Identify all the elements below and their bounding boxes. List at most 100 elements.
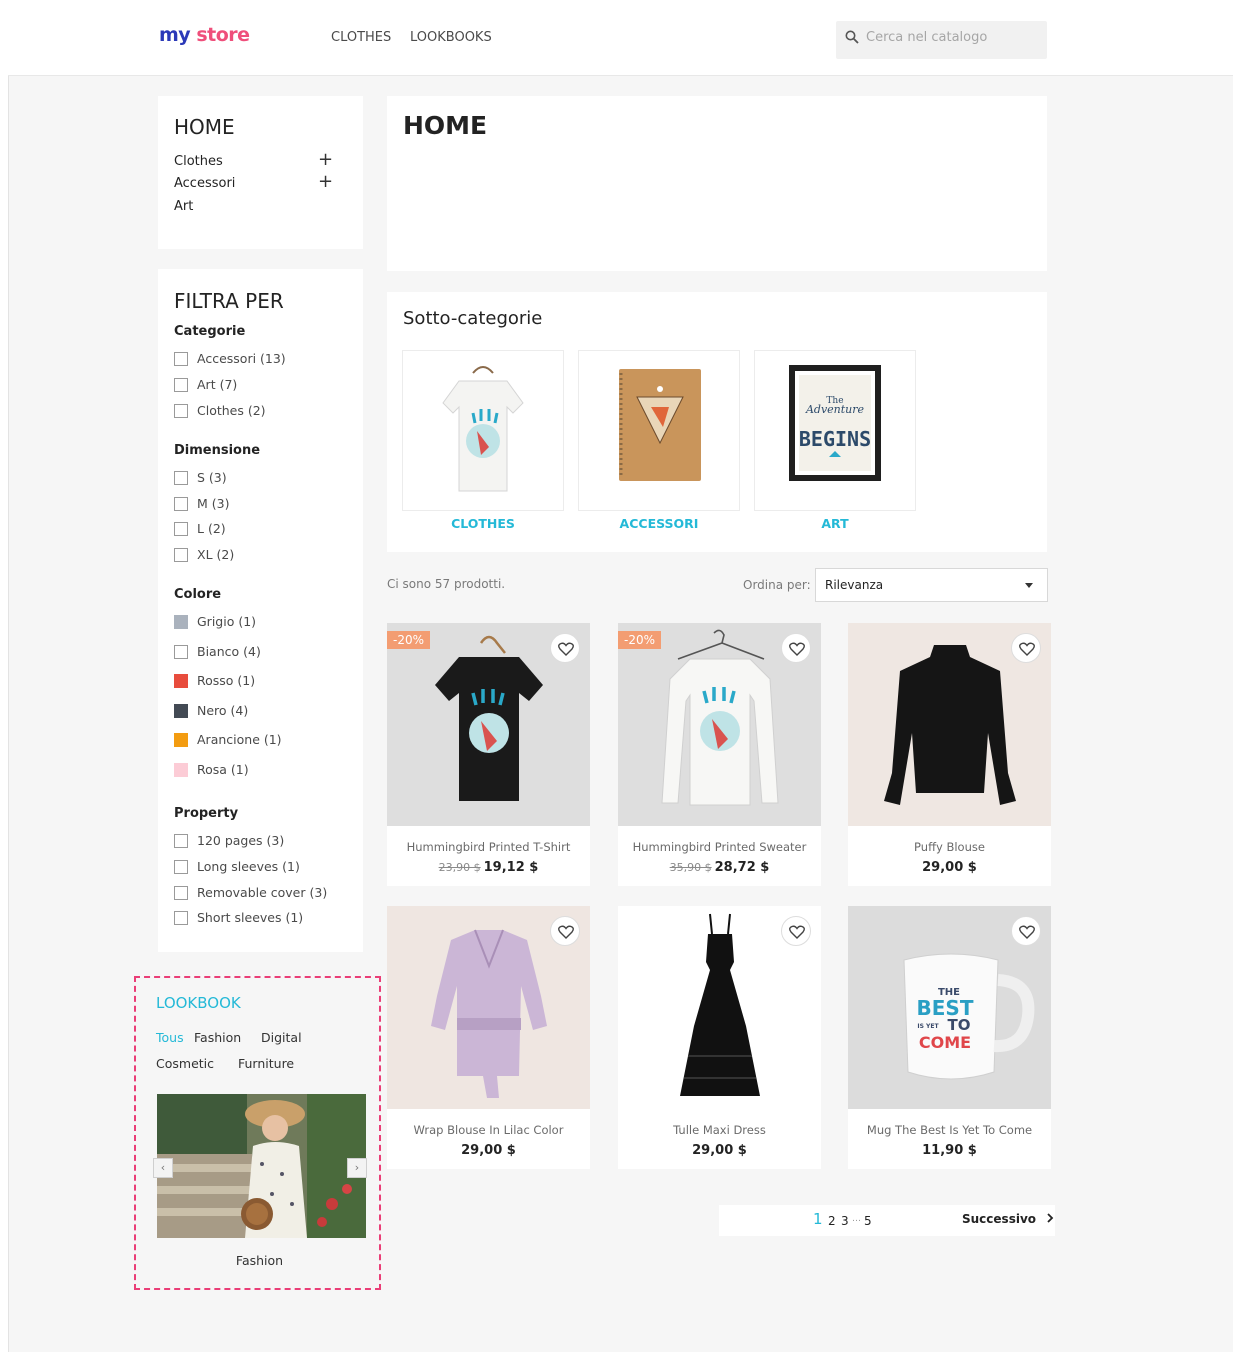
product-card[interactable]: -20% Hummingbird Printed T-Shirt 23,90 $… — [387, 623, 590, 886]
wishlist-button[interactable] — [550, 916, 580, 946]
checkbox[interactable] — [174, 910, 188, 925]
product-name[interactable]: Wrap Blouse In Lilac Color — [387, 1123, 590, 1137]
subcategory-link-clothes[interactable]: CLOTHES — [402, 516, 564, 531]
wishlist-button[interactable] — [1011, 916, 1041, 946]
checkbox[interactable] — [174, 547, 188, 562]
filter-option[interactable]: M (3) — [174, 496, 229, 511]
expand-clothes-icon[interactable]: + — [318, 151, 333, 169]
product-card[interactable]: Puffy Blouse 29,00 $ — [848, 623, 1051, 886]
filter-option[interactable]: 120 pages (3) — [174, 833, 284, 848]
filter-option[interactable]: Removable cover (3) — [174, 885, 327, 900]
category-link-art[interactable]: Art — [174, 199, 193, 214]
color-option[interactable]: Bianco (4) — [174, 644, 261, 659]
mug-text-to: TO — [948, 1016, 971, 1034]
filter-option[interactable]: Long sleeves (1) — [174, 859, 300, 874]
wishlist-button[interactable] — [1011, 633, 1041, 663]
color-swatch[interactable] — [174, 644, 188, 659]
filter-section-categorie: Categorie — [174, 324, 246, 339]
lookbook-next-button[interactable]: › — [347, 1158, 367, 1178]
color-option[interactable]: Rosso (1) — [174, 673, 255, 688]
product-name[interactable]: Mug The Best Is Yet To Come — [848, 1123, 1051, 1137]
filter-option-label: Bianco (4) — [197, 644, 261, 659]
lookbook-tab-fashion[interactable]: Fashion — [194, 1030, 241, 1045]
checkbox[interactable] — [174, 351, 188, 366]
checkbox[interactable] — [174, 403, 188, 418]
search-box — [836, 21, 1047, 59]
search-icon[interactable] — [845, 30, 859, 44]
subcategory-image-accessori[interactable] — [578, 350, 740, 511]
color-swatch[interactable] — [174, 732, 188, 747]
page-ellipsis: … — [852, 1214, 861, 1224]
expand-accessori-icon[interactable]: + — [318, 173, 333, 191]
filter-option[interactable]: Art (7) — [174, 377, 237, 392]
page-link-2[interactable]: 2 — [828, 1214, 836, 1228]
product-old-price: 35,90 $ — [669, 861, 712, 874]
color-option[interactable]: Rosa (1) — [174, 762, 249, 777]
category-link-clothes[interactable]: Clothes — [174, 154, 223, 169]
checkbox[interactable] — [174, 377, 188, 392]
nav-clothes[interactable]: CLOTHES — [331, 30, 391, 45]
lookbook-caption: Fashion — [235, 1253, 284, 1268]
subcategory-image-art[interactable]: The Adventure BEGINS — [754, 350, 916, 511]
product-name[interactable]: Hummingbird Printed Sweater — [618, 840, 821, 854]
filter-option[interactable]: XL (2) — [174, 547, 234, 562]
lookbook-image[interactable] — [157, 1094, 366, 1238]
filter-section-colore: Colore — [174, 587, 222, 602]
color-swatch[interactable] — [174, 762, 188, 777]
product-price: 29,00 $ — [922, 860, 977, 875]
checkbox[interactable] — [174, 496, 188, 511]
wishlist-button[interactable] — [781, 633, 811, 663]
color-option[interactable]: Nero (4) — [174, 703, 248, 718]
filter-section-dimensione: Dimensione — [174, 443, 261, 458]
lookbook-tab-furniture[interactable]: Furniture — [238, 1056, 294, 1071]
page-link-3[interactable]: 3 — [841, 1214, 849, 1228]
page-title: HOME — [403, 111, 488, 140]
subcategory-link-accessori[interactable]: ACCESSORI — [578, 516, 740, 531]
checkbox[interactable] — [174, 833, 188, 848]
product-name[interactable]: Tulle Maxi Dress — [618, 1123, 821, 1137]
filter-option[interactable]: L (2) — [174, 521, 226, 536]
heart-icon — [789, 925, 805, 939]
product-card[interactable]: Wrap Blouse In Lilac Color 29,00 $ — [387, 906, 590, 1169]
logo-part-my: my — [159, 24, 191, 46]
color-swatch[interactable] — [174, 703, 188, 718]
product-card[interactable]: -20% Hummingbird Printed Sweater 35,90 $… — [618, 623, 821, 886]
store-logo[interactable]: my store — [159, 24, 250, 46]
filter-option[interactable]: Clothes (2) — [174, 403, 266, 418]
lookbook-tab-digital[interactable]: Digital — [261, 1030, 302, 1045]
category-header: HOME — [387, 96, 1047, 271]
checkbox[interactable] — [174, 521, 188, 536]
filter-section-property: Property — [174, 806, 239, 821]
product-card[interactable]: Tulle Maxi Dress 29,00 $ — [618, 906, 821, 1169]
filter-option-label: Accessori (13) — [197, 351, 286, 366]
subcategory-image-clothes[interactable] — [402, 350, 564, 511]
product-name[interactable]: Hummingbird Printed T-Shirt — [387, 840, 590, 854]
lookbook-tab-cosmetic[interactable]: Cosmetic — [156, 1056, 214, 1071]
filter-option-label: Short sleeves (1) — [197, 910, 304, 925]
checkbox[interactable] — [174, 859, 188, 874]
search-input[interactable] — [866, 30, 1036, 45]
color-swatch[interactable] — [174, 614, 188, 629]
next-page-button[interactable]: Successivo — [962, 1212, 1054, 1226]
checkbox[interactable] — [174, 885, 188, 900]
color-option[interactable]: Arancione (1) — [174, 732, 282, 747]
subcategory-link-art[interactable]: ART — [754, 516, 916, 531]
color-option[interactable]: Grigio (1) — [174, 614, 256, 629]
product-name[interactable]: Puffy Blouse — [848, 840, 1051, 854]
wishlist-button[interactable] — [550, 633, 580, 663]
checkbox[interactable] — [174, 470, 188, 485]
page-link-1[interactable]: 1 — [813, 1210, 823, 1228]
filter-option[interactable]: Short sleeves (1) — [174, 910, 303, 925]
filter-option[interactable]: Accessori (13) — [174, 351, 286, 366]
wishlist-button[interactable] — [781, 916, 811, 946]
category-tree-block: HOME Clothes + Accessori + Art — [158, 96, 363, 249]
nav-lookbooks[interactable]: LOOKBOOKS — [410, 30, 492, 45]
page-link-5[interactable]: 5 — [864, 1214, 872, 1228]
color-swatch[interactable] — [174, 673, 188, 688]
sort-dropdown[interactable]: Rilevanza — [815, 568, 1048, 602]
category-link-accessori[interactable]: Accessori — [174, 176, 235, 191]
product-card[interactable]: THE BEST IS YET TO COME Mug The Best Is … — [848, 906, 1051, 1169]
lookbook-tab-tous[interactable]: Tous — [156, 1030, 184, 1045]
filter-option[interactable]: S (3) — [174, 470, 227, 485]
lookbook-prev-button[interactable]: ‹ — [153, 1158, 173, 1178]
